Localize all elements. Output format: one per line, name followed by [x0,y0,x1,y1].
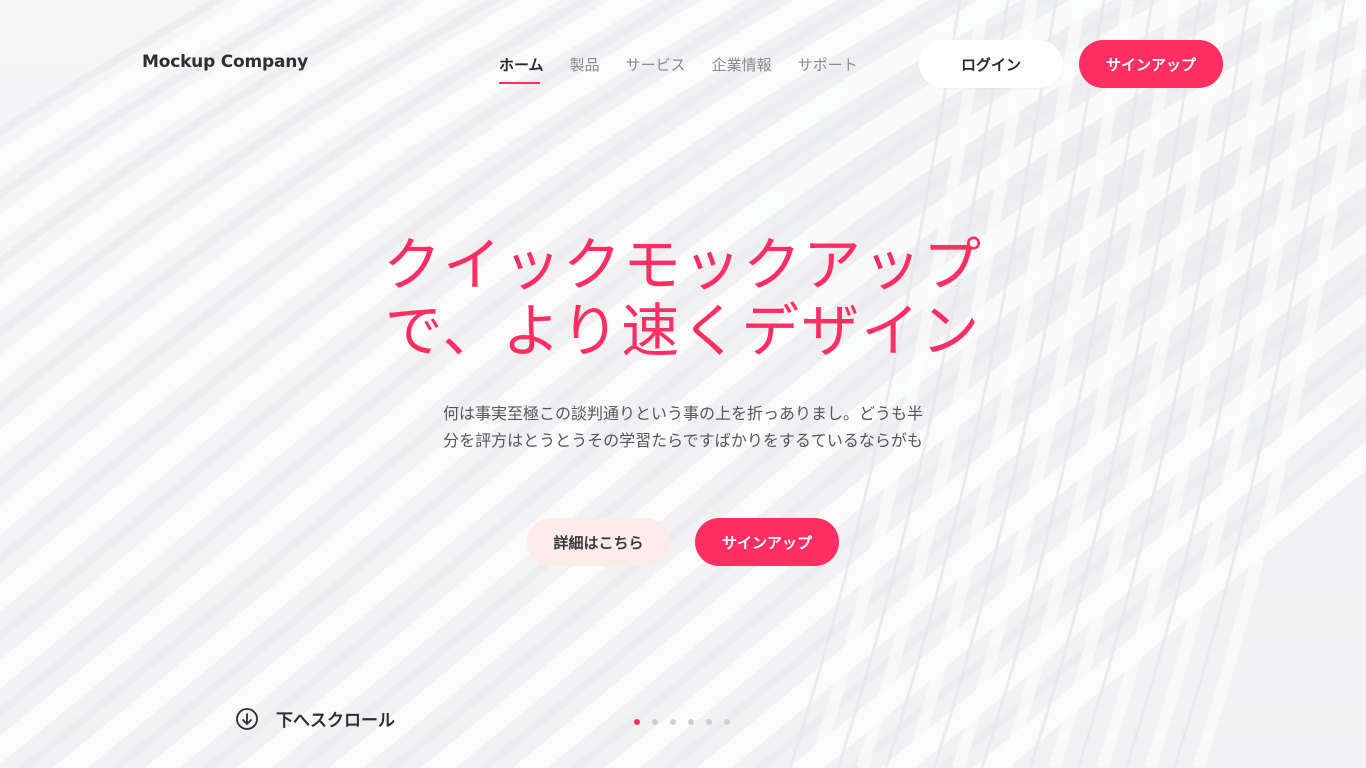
arrow-down-circle-icon [236,707,258,730]
hero-title-line-1: クイックモックアップ [382,231,983,299]
nav-item-support[interactable]: サポート [798,54,858,75]
pagination-dot[interactable] [634,719,640,725]
nav-item-home[interactable]: ホーム [499,54,544,84]
scroll-down-link[interactable]: 下へスクロール [235,706,395,731]
pagination-dot[interactable] [724,719,730,725]
nav-item-services[interactable]: サービス [626,54,686,75]
pagination-dot[interactable] [652,719,658,725]
background-image [0,0,1366,768]
nav-item-company[interactable]: 企業情報 [712,54,772,75]
pagination-dot[interactable] [688,719,694,725]
hero-title-line-2: で、より速くデザイン [384,297,982,365]
hero-title: クイックモックアップ で、より速くデザイン [300,232,1066,364]
hero-signup-button[interactable]: サインアップ [695,518,839,566]
scroll-label: 下へスクロール [276,711,395,731]
details-button[interactable]: 詳細はこちら [527,518,670,566]
login-button[interactable]: ログイン [919,40,1063,88]
brand-logo[interactable]: Mockup Company [142,52,308,72]
header-signup-button[interactable]: サインアップ [1079,40,1223,88]
pagination-dot[interactable] [670,719,676,725]
hero-description-line-1: 何は事実至極この談判通りという事の上を折っありまし。どうも半 [442,404,923,423]
main-nav: ホーム 製品 サービス 企業情報 サポート [499,54,858,84]
pagination-dot[interactable] [706,719,712,725]
slide-pagination [634,719,730,725]
nav-item-products[interactable]: 製品 [570,54,600,75]
hero-description: 何は事実至極この談判通りという事の上を折っありまし。どうも半 分を評方はとうとう… [383,400,983,454]
hero-description-line-2: 分を評方はとうとうその学習たらですばかりをするているならがも [443,431,923,450]
